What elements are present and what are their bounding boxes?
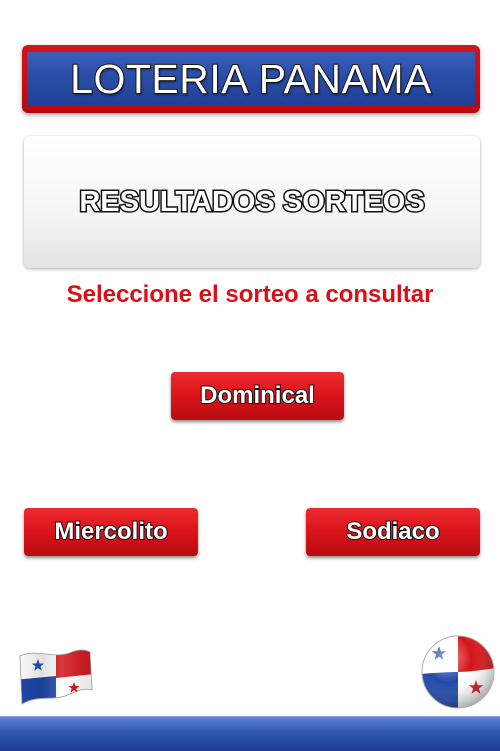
app-title: LOTERIA PANAMA [69, 55, 432, 103]
sodiaco-button[interactable]: Sodiaco [306, 508, 480, 556]
sodiaco-button-label: Sodiaco [345, 517, 440, 546]
results-title: RESULTADOS SORTEOS [78, 184, 426, 219]
header-banner: LOTERIA PANAMA [22, 45, 480, 113]
panama-globe-icon [421, 635, 495, 709]
select-draw-prompt: Seleccione el sorteo a consultar [66, 281, 434, 308]
results-panel: RESULTADOS SORTEOS [24, 136, 480, 268]
panama-flag-icon [19, 649, 93, 705]
dominical-button[interactable]: Dominical [171, 372, 344, 420]
footer-bar [0, 716, 500, 751]
dominical-button-label: Dominical [199, 381, 316, 410]
miercolito-button-label: Miercolito [53, 517, 168, 546]
header-banner-inner: LOTERIA PANAMA [27, 52, 475, 106]
miercolito-button[interactable]: Miercolito [24, 508, 198, 556]
